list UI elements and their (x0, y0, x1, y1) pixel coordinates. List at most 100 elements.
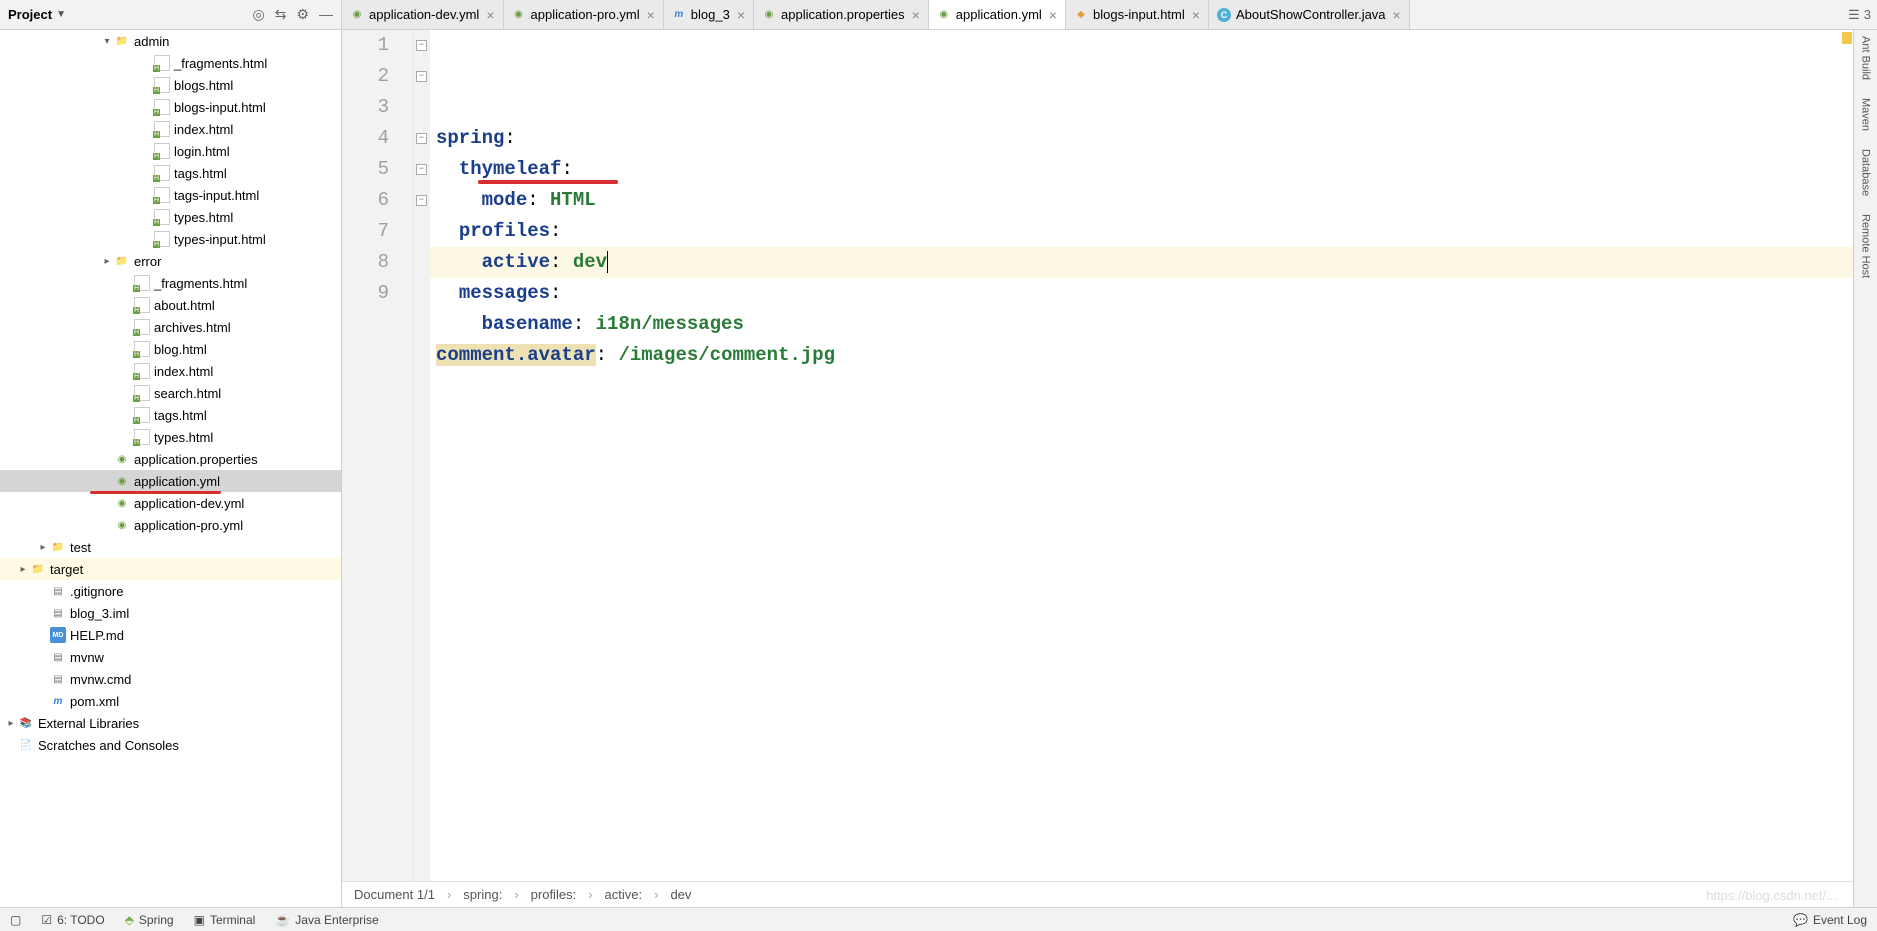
code-line[interactable]: mode: HTML (436, 185, 1853, 216)
close-icon[interactable]: × (735, 7, 745, 23)
tree-item-label: index.html (174, 122, 233, 137)
project-dropdown[interactable]: Project ▼ (8, 7, 66, 22)
breadcrumb-segment[interactable]: dev (670, 887, 691, 902)
chevron-icon[interactable]: ▸ (4, 718, 18, 729)
tabs-overflow[interactable]: ☰ 3 (1842, 0, 1877, 29)
spring-tool[interactable]: ⬘Spring (125, 913, 174, 927)
fold-toggle[interactable]: − (416, 40, 427, 51)
tree-item[interactable]: ▸login.html (0, 140, 341, 162)
tree-item[interactable]: ▸index.html (0, 360, 341, 382)
tree-item[interactable]: ▸blogs.html (0, 74, 341, 96)
tree-item[interactable]: ▸📁error (0, 250, 341, 272)
tree-item[interactable]: ▸types-input.html (0, 228, 341, 250)
tree-item[interactable]: ▸📄Scratches and Consoles (0, 734, 341, 756)
tree-item[interactable]: ▸📚External Libraries (0, 712, 341, 734)
tree-item[interactable]: ▸archives.html (0, 316, 341, 338)
close-icon[interactable]: × (645, 7, 655, 23)
terminal-tool[interactable]: ▣Terminal (194, 913, 256, 927)
close-icon[interactable]: × (1047, 7, 1057, 23)
chevron-icon[interactable]: ▸ (16, 564, 30, 575)
tree-item[interactable]: ▸◉application.properties (0, 448, 341, 470)
html-file-icon (134, 363, 150, 379)
html-file-icon (154, 209, 170, 225)
close-icon[interactable]: × (1190, 7, 1200, 23)
code-line[interactable] (436, 371, 1853, 402)
warning-indicator[interactable] (1842, 32, 1852, 44)
close-icon[interactable]: × (1391, 7, 1401, 23)
hide-icon[interactable]: — (319, 6, 333, 23)
todo-tool[interactable]: ☑6: TODO (41, 913, 104, 927)
breadcrumb-segment[interactable]: active: (605, 887, 643, 902)
close-icon[interactable]: × (484, 7, 494, 23)
code-area[interactable]: spring: thymeleaf: mode: HTML profiles: … (430, 30, 1853, 881)
tree-item-label: blogs.html (174, 78, 233, 93)
tree-item[interactable]: ▸about.html (0, 294, 341, 316)
code-line[interactable]: thymeleaf: (436, 154, 1853, 185)
editor-tab[interactable]: ◉application.properties× (754, 0, 929, 29)
fold-toggle[interactable]: − (416, 71, 427, 82)
collapse-icon[interactable]: ⇆ (275, 6, 287, 23)
file-icon: ▤ (50, 605, 66, 621)
tree-item[interactable]: ▸types.html (0, 206, 341, 228)
chevron-icon[interactable]: ▾ (100, 36, 114, 47)
editor-tab[interactable]: ◉application.yml× (929, 0, 1066, 29)
editor-tab[interactable]: ◆blogs-input.html× (1066, 0, 1209, 29)
right-tool-button[interactable]: Database (1860, 149, 1872, 196)
chevron-icon[interactable]: ▸ (100, 256, 114, 267)
chevron-icon[interactable]: ▸ (36, 542, 50, 553)
fold-toggle[interactable]: − (416, 195, 427, 206)
tree-item[interactable]: ▸◉application.yml (0, 470, 341, 492)
code-line[interactable]: comment.avatar: /images/comment.jpg (436, 340, 1853, 371)
editor-tab[interactable]: ◉application-pro.yml× (504, 0, 664, 29)
code-line[interactable]: basename: i18n/messages (436, 309, 1853, 340)
tab-label: blog_3 (691, 7, 730, 22)
tree-item[interactable]: ▸tags.html (0, 162, 341, 184)
locate-icon[interactable]: ◎ (252, 6, 264, 23)
tree-item[interactable]: ▸search.html (0, 382, 341, 404)
error-stripe[interactable] (1841, 30, 1853, 881)
editor-tab[interactable]: CAboutShowController.java× (1209, 0, 1410, 29)
javaee-tool[interactable]: ☕Java Enterprise (275, 913, 378, 927)
project-tree[interactable]: ▾📁admin▸_fragments.html▸blogs.html▸blogs… (0, 30, 342, 907)
right-tool-button[interactable]: Remote Host (1860, 214, 1872, 278)
bottom-corner-icon[interactable]: ▢ (10, 913, 21, 927)
file-icon: ▤ (50, 649, 66, 665)
code-line[interactable]: spring: (436, 123, 1853, 154)
html-file-icon (154, 77, 170, 93)
tree-item[interactable]: ▸tags.html (0, 404, 341, 426)
tree-item[interactable]: ▸tags-input.html (0, 184, 341, 206)
fold-toggle[interactable]: − (416, 133, 427, 144)
code-editor[interactable]: 123456789 −−−−− spring: thymeleaf: mode:… (342, 30, 1853, 881)
tree-item[interactable]: ▸▤blog_3.iml (0, 602, 341, 624)
code-line[interactable]: messages: (436, 278, 1853, 309)
editor-tab[interactable]: mblog_3× (664, 0, 754, 29)
tree-item[interactable]: ▸◉application-dev.yml (0, 492, 341, 514)
tree-item[interactable]: ▸blogs-input.html (0, 96, 341, 118)
tree-item[interactable]: ▸📁test (0, 536, 341, 558)
tree-item[interactable]: ▸▤mvnw.cmd (0, 668, 341, 690)
tree-item[interactable]: ▸types.html (0, 426, 341, 448)
tree-item[interactable]: ▾📁admin (0, 30, 341, 52)
tree-item[interactable]: ▸_fragments.html (0, 272, 341, 294)
tree-item[interactable]: ▸▤.gitignore (0, 580, 341, 602)
tree-item[interactable]: ▸◉application-pro.yml (0, 514, 341, 536)
breadcrumb-segment[interactable]: spring: (463, 887, 502, 902)
breadcrumb-segment[interactable]: Document 1/1 (354, 887, 435, 902)
tree-item[interactable]: ▸mpom.xml (0, 690, 341, 712)
tree-item[interactable]: ▸index.html (0, 118, 341, 140)
event-log[interactable]: 💬Event Log (1793, 913, 1867, 927)
close-icon[interactable]: × (910, 7, 920, 23)
gear-icon[interactable]: ⚙ (296, 6, 309, 23)
tree-item[interactable]: ▸blog.html (0, 338, 341, 360)
tree-item[interactable]: ▸_fragments.html (0, 52, 341, 74)
tree-item[interactable]: ▸📁target (0, 558, 341, 580)
file-icon: ▤ (50, 583, 66, 599)
code-line[interactable]: active: dev (430, 247, 1853, 278)
fold-toggle[interactable]: − (416, 164, 427, 175)
editor-tab[interactable]: ◉application-dev.yml× (342, 0, 504, 29)
tree-item[interactable]: ▸▤mvnw (0, 646, 341, 668)
yml-icon: ◉ (512, 8, 526, 22)
breadcrumb-segment[interactable]: profiles: (531, 887, 577, 902)
code-line[interactable]: profiles: (436, 216, 1853, 247)
tree-item[interactable]: ▸MDHELP.md (0, 624, 341, 646)
